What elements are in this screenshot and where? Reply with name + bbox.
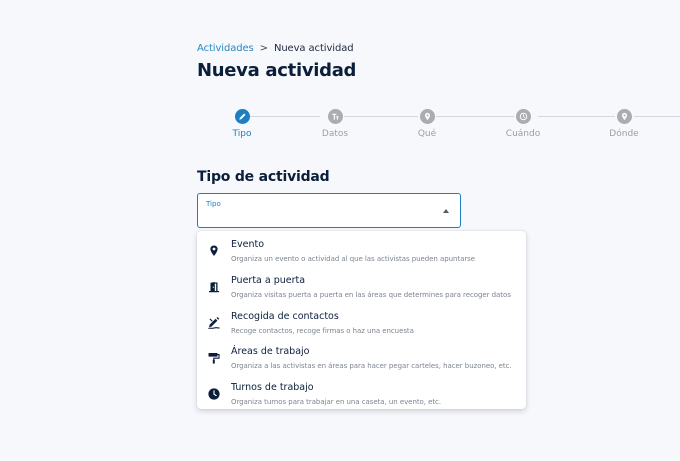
clock-icon: [515, 109, 531, 124]
door-icon: [207, 280, 221, 294]
breadcrumb-link-actividades[interactable]: Actividades: [197, 43, 254, 54]
option-title: Áreas de trabajo: [231, 346, 310, 357]
breadcrumb-current: Nueva actividad: [273, 43, 354, 54]
option-recogida-de-contactos[interactable]: Recogida de contactos Recoge contactos, …: [197, 306, 526, 342]
option-puerta-a-puerta[interactable]: Puerta a puerta Organiza visitas puerta …: [197, 270, 526, 306]
step-label: Tipo: [232, 129, 252, 139]
location-pin-icon: [616, 109, 632, 124]
step-label: Datos: [321, 129, 349, 139]
page-title: Nueva actividad: [197, 60, 357, 81]
stepper: Tipo Datos Qué Cuándo Dónde: [206, 108, 680, 144]
pencil-icon: [234, 109, 250, 124]
step-que[interactable]: Qué: [387, 108, 467, 139]
step-tipo[interactable]: Tipo: [202, 108, 282, 139]
tipo-dropdown-menu: Evento Organiza un evento o actividad al…: [197, 231, 526, 409]
caret-up-icon[interactable]: [443, 209, 449, 213]
option-description: Organiza turnos para trabajar en una cas…: [231, 398, 442, 406]
section-title: Tipo de actividad: [197, 169, 330, 185]
step-label: Dónde: [609, 129, 639, 139]
location-pin-icon: [207, 244, 221, 258]
paint-roller-icon: [207, 351, 221, 365]
select-label: Tipo: [206, 200, 221, 208]
step-datos[interactable]: Datos: [295, 108, 375, 139]
breadcrumb: Actividades > Nueva actividad: [197, 43, 354, 54]
tipo-select[interactable]: Tipo: [197, 193, 461, 228]
step-donde[interactable]: Dónde: [584, 108, 664, 139]
option-description: Organiza a las activistas en áreas para …: [231, 362, 512, 370]
option-title: Recogida de contactos: [231, 311, 339, 322]
option-areas-de-trabajo[interactable]: Áreas de trabajo Organiza a las activist…: [197, 341, 526, 377]
option-title: Evento: [231, 239, 265, 250]
option-description: Organiza un evento o actividad al que la…: [231, 255, 476, 263]
option-description: Organiza visitas puerta a puerta en las …: [231, 291, 511, 299]
location-pin-icon: [419, 109, 435, 124]
step-label: Qué: [417, 129, 437, 139]
option-evento[interactable]: Evento Organiza un evento o actividad al…: [197, 234, 526, 270]
option-title: Puerta a puerta: [231, 275, 306, 286]
clock-icon: [207, 387, 221, 401]
breadcrumb-separator: >: [259, 43, 268, 54]
option-description: Recoge contactos, recoge firmas o haz un…: [231, 327, 414, 335]
sign-form-icon: [207, 316, 221, 330]
step-cuando[interactable]: Cuándo: [483, 108, 563, 139]
option-turnos-de-trabajo[interactable]: Turnos de trabajo Organiza turnos para t…: [197, 377, 526, 413]
option-title: Turnos de trabajo: [231, 382, 314, 393]
step-label: Cuándo: [505, 129, 541, 139]
text-format-icon: [327, 109, 343, 124]
